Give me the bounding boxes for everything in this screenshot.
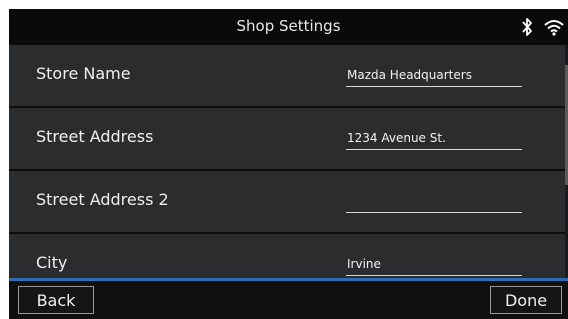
title-bar: Shop Settings [9,9,568,45]
done-button[interactable]: Done [490,286,562,314]
page-title: Shop Settings [236,17,341,35]
back-button[interactable]: Back [18,286,94,314]
city-label: City [36,253,68,272]
city-field[interactable]: Irvine [346,255,522,276]
shop-settings-screen: Shop Settings Store Name Mazda Headquart… [9,9,568,319]
street-address-label: Street Address [36,127,154,146]
street-address-2-field[interactable] [346,192,522,213]
street-address-2-row[interactable]: Street Address 2 [9,171,565,234]
wifi-icon [544,20,564,36]
footer-bar: Back Done [9,281,568,319]
street-address-row[interactable]: Street Address 1234 Avenue St. [9,108,565,171]
street-address-2-label: Street Address 2 [36,190,169,209]
settings-list: Store Name Mazda Headquarters Street Add… [9,45,565,295]
bluetooth-icon [522,18,532,36]
store-name-label: Store Name [36,64,131,83]
store-name-row[interactable]: Store Name Mazda Headquarters [9,45,565,108]
store-name-field[interactable]: Mazda Headquarters [346,66,522,87]
street-address-field[interactable]: 1234 Avenue St. [346,129,522,150]
